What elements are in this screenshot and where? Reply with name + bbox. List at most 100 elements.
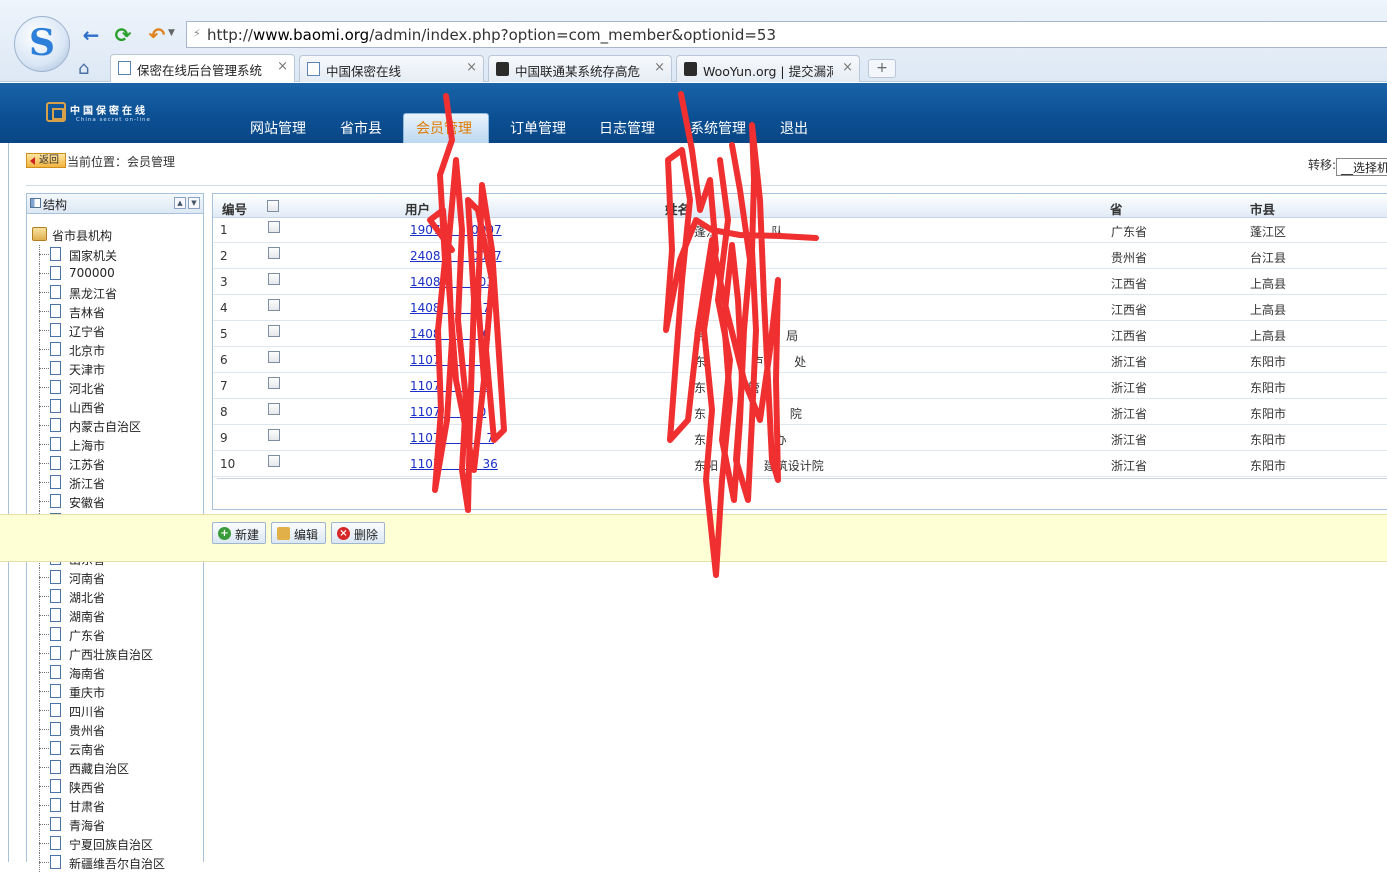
tree-item[interactable]: 贵州省 xyxy=(27,720,203,739)
table-row[interactable]: 6 1107 0 东 卢 处 浙江省 东阳市 xyxy=(213,347,1387,373)
refresh-icon[interactable]: ⟳ xyxy=(110,22,136,48)
nav-system-management[interactable]: 系统管理 xyxy=(690,118,746,138)
tab-admin[interactable]: 保密在线后台管理系统 × xyxy=(110,54,295,82)
nav-log-management[interactable]: 日志管理 xyxy=(599,118,655,138)
tree-item[interactable]: 湖北省 xyxy=(27,587,203,606)
nav-regions[interactable]: 省市县 xyxy=(340,118,382,138)
col-province[interactable]: 省 xyxy=(1110,199,1123,218)
table-row[interactable]: 8 1107 0 东 院 浙江省 东阳市 xyxy=(213,399,1387,425)
tree-item[interactable]: 甘肃省 xyxy=(27,796,203,815)
home-icon[interactable]: ⌂ xyxy=(78,58,89,79)
table-row[interactable]: 10 1107 36 东阳 建筑设计院 浙江省 东阳市 xyxy=(213,451,1387,477)
tree-item[interactable]: 广西壮族自治区 xyxy=(27,644,203,663)
col-city[interactable]: 市县 xyxy=(1250,199,1275,218)
tree-item[interactable]: 江苏省 xyxy=(27,454,203,473)
cell-user-link[interactable]: 1907 0007 xyxy=(410,223,502,237)
cell-user-link[interactable]: 1408 7 xyxy=(410,301,490,315)
row-checkbox[interactable] xyxy=(268,429,280,441)
table-row[interactable]: 3 1408 03 江西省 上高县 xyxy=(213,269,1387,295)
close-icon[interactable]: × xyxy=(277,59,288,74)
tree-item[interactable]: 山西省 xyxy=(27,397,203,416)
back-arrow-icon[interactable]: ← xyxy=(78,22,104,48)
tree-item[interactable]: 重庆市 xyxy=(27,682,203,701)
tree-item[interactable]: 国家机关 xyxy=(27,245,203,264)
edit-button[interactable]: 编辑 xyxy=(271,522,326,544)
tree-item[interactable]: 700000 xyxy=(27,264,203,283)
row-checkbox[interactable] xyxy=(268,273,280,285)
tree-item[interactable]: 内蒙古自治区 xyxy=(27,416,203,435)
table-row[interactable]: 7 1107 0 东 管 浙江省 东阳市 xyxy=(213,373,1387,399)
row-checkbox[interactable] xyxy=(268,455,280,467)
tree-item[interactable]: 西藏自治区 xyxy=(27,758,203,777)
tree-item[interactable]: 新疆维吾尔自治区 xyxy=(27,853,203,872)
row-checkbox[interactable] xyxy=(268,403,280,415)
tree-item[interactable]: 浙江省 xyxy=(27,473,203,492)
tab-wooyun[interactable]: WooYun.org | 提交漏洞 × xyxy=(676,55,860,82)
tree-item[interactable]: 辽宁省 xyxy=(27,321,203,340)
row-checkbox[interactable] xyxy=(268,377,280,389)
nav-site-management[interactable]: 网站管理 xyxy=(250,118,306,138)
cell-user-link[interactable]: 2408 0007 xyxy=(410,249,502,263)
nav-member-management[interactable]: 会员管理 xyxy=(416,118,472,138)
tree-item[interactable]: 吉林省 xyxy=(27,302,203,321)
col-name[interactable]: 姓名 xyxy=(665,199,690,218)
back-button[interactable]: 返回 xyxy=(26,153,66,168)
row-checkbox[interactable] xyxy=(268,299,280,311)
tree-item[interactable]: 天津市 xyxy=(27,359,203,378)
table-row[interactable]: 9 1107 7 东 办 浙江省 东阳市 xyxy=(213,425,1387,451)
nav-order-management[interactable]: 订单管理 xyxy=(510,118,566,138)
row-checkbox[interactable] xyxy=(268,351,280,363)
cell-user-link[interactable]: 1408 03 xyxy=(410,275,494,289)
row-checkbox[interactable] xyxy=(268,221,280,233)
tree-item[interactable]: 云南省 xyxy=(27,739,203,758)
table-row[interactable]: 2 2408 0007 贵州省 台江县 xyxy=(213,243,1387,269)
tree-item[interactable]: 宁夏回族自治区 xyxy=(27,834,203,853)
table-row[interactable]: 5 1408 6 锦 局 江西省 上高县 xyxy=(213,321,1387,347)
tree-item[interactable]: 河北省 xyxy=(27,378,203,397)
address-text[interactable]: http://www.baomi.org/admin/index.php?opt… xyxy=(207,26,776,44)
jump-select[interactable]: __选择机 xyxy=(1336,158,1387,176)
row-checkbox[interactable] xyxy=(268,325,280,337)
close-icon[interactable]: × xyxy=(466,60,477,75)
table-row[interactable]: 1 1907 0007 蓬江 队 广东省 蓬江区 xyxy=(213,217,1387,243)
cell-user-link[interactable]: 1107 7 xyxy=(410,431,494,445)
tree-connector xyxy=(39,748,49,749)
tab-unicom[interactable]: 中国联通某系统存高危 × xyxy=(488,55,672,82)
cell-user-link[interactable]: 1408 6 xyxy=(410,327,490,341)
cell-user-link[interactable]: 1107 0 xyxy=(410,379,490,393)
collapse-up-icon[interactable]: ▲ xyxy=(174,197,186,209)
tree-item[interactable]: 黑龙江省 xyxy=(27,283,203,302)
chevron-down-icon[interactable]: ▼ xyxy=(168,28,175,38)
tree-item[interactable]: 河南省 xyxy=(27,568,203,587)
col-user[interactable]: 用户 xyxy=(405,199,430,218)
cell-user-link[interactable]: 1107 0 xyxy=(410,405,486,419)
cell-user-link[interactable]: 1107 36 xyxy=(410,457,498,471)
tree-item[interactable]: 广东省 xyxy=(27,625,203,644)
tree-item[interactable]: 上海市 xyxy=(27,435,203,454)
new-tab-button[interactable]: + xyxy=(868,59,896,78)
delete-button[interactable]: × 删除 xyxy=(331,522,385,544)
cell-user-link[interactable]: 1107 0 xyxy=(410,353,486,367)
tree-item[interactable]: 陕西省 xyxy=(27,777,203,796)
close-icon[interactable]: × xyxy=(842,60,853,75)
col-id[interactable]: 编号 xyxy=(222,199,247,218)
row-checkbox[interactable] xyxy=(268,247,280,259)
divider xyxy=(217,478,1387,479)
tree-item[interactable]: 青海省 xyxy=(27,815,203,834)
nav-logout[interactable]: 退出 xyxy=(780,118,808,138)
tree-item[interactable]: 安徽省 xyxy=(27,492,203,511)
close-icon[interactable]: × xyxy=(654,60,665,75)
select-all-checkbox[interactable] xyxy=(267,200,279,212)
browser-logo-icon[interactable] xyxy=(14,16,70,72)
tree-item-label: 安徽省 xyxy=(69,496,106,510)
collapse-down-icon[interactable]: ▼ xyxy=(188,197,200,209)
tree-item[interactable]: 北京市 xyxy=(27,340,203,359)
tree-item[interactable]: 湖南省 xyxy=(27,606,203,625)
tree-item[interactable]: 海南省 xyxy=(27,663,203,682)
undo-icon[interactable]: ↶ xyxy=(144,22,170,48)
address-bar[interactable]: ⚡ http://www.baomi.org/admin/index.php?o… xyxy=(186,21,1387,48)
new-button[interactable]: + 新建 xyxy=(212,522,266,544)
table-row[interactable]: 4 1408 7 江西省 上高县 xyxy=(213,295,1387,321)
tree-item[interactable]: 四川省 xyxy=(27,701,203,720)
tab-baomi[interactable]: 中国保密在线 × xyxy=(299,55,484,82)
